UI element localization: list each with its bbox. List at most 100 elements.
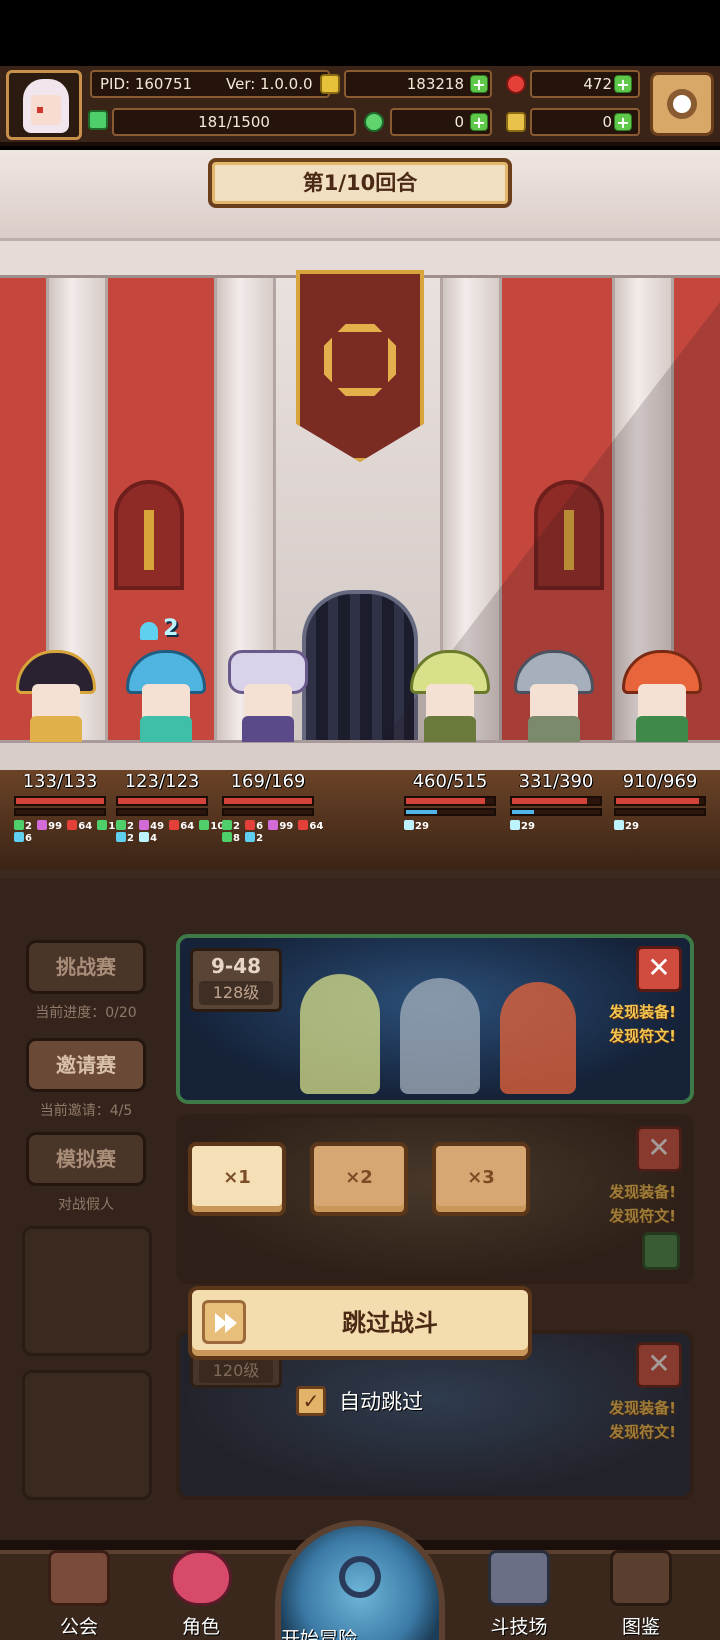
enemy-yellow-mushroom[interactable] bbox=[404, 650, 496, 742]
codex-book-icon bbox=[610, 1550, 672, 1606]
nav-arena[interactable]: 斗技场 bbox=[464, 1540, 574, 1640]
hp-text: 331/390 bbox=[518, 771, 594, 792]
enemy-status-3: 910/969 29 bbox=[614, 770, 706, 870]
enemy-grey-mushroom[interactable] bbox=[508, 650, 600, 742]
add-gem-button[interactable]: + bbox=[614, 75, 632, 93]
battle-stage: 第1/10回合 2 bbox=[0, 150, 720, 770]
thumb-up-icon[interactable] bbox=[642, 1232, 680, 1270]
invitation-tab[interactable]: 邀请赛 bbox=[26, 1038, 146, 1092]
buff-stats: 29 bbox=[614, 820, 706, 832]
nav-codex[interactable]: 图鉴 bbox=[586, 1540, 696, 1640]
gem-amount: 472 bbox=[583, 75, 612, 93]
id-version-bar: PID: 160751 Ver: 1.0.0.0 bbox=[90, 70, 330, 98]
top-hud: PID: 160751 Ver: 1.0.0.0 183218 + 472 + … bbox=[0, 66, 720, 146]
simulation-tab[interactable]: 模拟赛 bbox=[26, 1132, 146, 1186]
stage-number: 9-48 bbox=[210, 954, 262, 978]
close-icon[interactable]: ✕ bbox=[636, 946, 682, 992]
challenge-progress: 当前进度：0/20 bbox=[35, 1005, 137, 1021]
match-card-1[interactable]: 9-48 128级 ✕ 发现装备! 发现符文! bbox=[176, 934, 694, 1104]
stage-level-box: 9-48 128级 bbox=[190, 948, 282, 1012]
found-rune: 发现符文! bbox=[609, 1207, 676, 1225]
enemy-status-1: 460/515 29 bbox=[404, 770, 496, 870]
hero-status-1: 133/133 2 99 64 10 6 bbox=[14, 770, 122, 870]
challenge-tab[interactable]: 挑战赛 bbox=[26, 940, 146, 994]
droplet-icon bbox=[140, 621, 158, 640]
close-icon[interactable]: ✕ bbox=[636, 1126, 682, 1172]
pid-label: PID: 160751 bbox=[100, 75, 193, 93]
mana-bar bbox=[404, 808, 496, 816]
close-icon[interactable]: ✕ bbox=[636, 1342, 682, 1388]
speed-x2-button[interactable]: ×2 bbox=[310, 1142, 408, 1216]
energy-amount: 181/1500 bbox=[198, 113, 270, 131]
found-equipment: 发现装备! bbox=[609, 1183, 676, 1201]
buff-stats: 2 99 64 10 6 bbox=[14, 820, 122, 844]
buff-stats: 2 49 64 10 2 4 bbox=[116, 820, 224, 844]
hp-bar bbox=[510, 796, 602, 806]
guild-hall-icon bbox=[48, 1550, 110, 1606]
found-equipment: 发现装备! bbox=[609, 1003, 676, 1021]
auto-skip-label: 自动跳过 bbox=[339, 1390, 424, 1414]
mana-bar bbox=[510, 808, 602, 816]
skip-battle-button[interactable]: 跳过战斗 bbox=[188, 1286, 532, 1360]
hp-bar bbox=[14, 796, 106, 806]
mana-bar bbox=[222, 808, 314, 816]
magnifier-icon bbox=[339, 1556, 381, 1598]
speed-x1-button[interactable]: ×1 bbox=[188, 1142, 286, 1216]
speed-x3-button[interactable]: ×3 bbox=[432, 1142, 530, 1216]
found-equipment: 发现装备! bbox=[609, 1399, 676, 1417]
nav-guild-label: 公会 bbox=[59, 1616, 98, 1638]
hero-lancer[interactable] bbox=[222, 650, 314, 742]
round-label: 第1/10回合 bbox=[302, 171, 418, 195]
mana-bar bbox=[116, 808, 208, 816]
hp-bar bbox=[116, 796, 208, 806]
floor-ledge bbox=[0, 740, 720, 770]
hp-bar bbox=[404, 796, 496, 806]
add-token-button[interactable]: + bbox=[614, 113, 632, 131]
buff-count: 2 bbox=[163, 616, 179, 641]
auto-skip-checkbox[interactable]: ✓ bbox=[296, 1386, 326, 1416]
level-label: 128级 bbox=[199, 981, 273, 1005]
settings-gear-icon[interactable] bbox=[650, 72, 714, 136]
crossed-swords-icon bbox=[488, 1550, 550, 1606]
enemy-status-2: 331/390 29 bbox=[510, 770, 602, 870]
enemy-red-mushroom[interactable] bbox=[616, 650, 708, 742]
auto-skip-toggle[interactable]: ✓ 自动跳过 bbox=[296, 1386, 423, 1420]
hp-bar bbox=[222, 796, 314, 806]
energy-icon bbox=[88, 110, 108, 130]
buff-stats: 2 6 99 64 8 2 bbox=[222, 820, 323, 844]
hero-status-2: 123/123 2 49 64 10 2 4 bbox=[116, 770, 224, 870]
nav-arena-label: 斗技场 bbox=[490, 1616, 548, 1638]
level-label: 120级 bbox=[199, 1359, 273, 1383]
hp-text: 123/123 bbox=[124, 771, 200, 792]
character-icon bbox=[170, 1550, 232, 1606]
clover-amount: 0 bbox=[454, 113, 464, 131]
add-gold-button[interactable]: + bbox=[470, 75, 488, 93]
nav-codex-label: 图鉴 bbox=[621, 1616, 660, 1638]
player-avatar[interactable] bbox=[6, 70, 82, 140]
hero-status-3: 169/169 2 6 99 64 8 2 bbox=[222, 770, 323, 870]
enemy-yellow-mushroom bbox=[300, 974, 380, 1094]
add-clover-button[interactable]: + bbox=[470, 113, 488, 131]
token-icon bbox=[506, 112, 526, 132]
hp-text: 460/515 bbox=[412, 771, 488, 792]
round-banner: 第1/10回合 bbox=[208, 158, 512, 208]
nav-character[interactable]: 角色 bbox=[146, 1540, 256, 1640]
bottom-nav: 公会 角色 开始冒险 斗技场 图鉴 bbox=[0, 1520, 720, 1640]
hp-text: 169/169 bbox=[230, 771, 306, 792]
buff-stats: 29 bbox=[510, 820, 602, 832]
status-band: 133/133 2 99 64 10 6 123/123 2 49 64 10 … bbox=[0, 770, 720, 870]
red-gem-icon bbox=[506, 74, 526, 94]
gold-amount: 183218 bbox=[406, 75, 464, 93]
nav-guild[interactable]: 公会 bbox=[24, 1540, 134, 1640]
hero-witch[interactable] bbox=[10, 650, 102, 742]
found-rune: 发现符文! bbox=[609, 1027, 676, 1045]
empty-slot bbox=[22, 1226, 152, 1356]
hp-bar bbox=[614, 796, 706, 806]
enemy-red-mushroom bbox=[500, 982, 576, 1094]
clover-icon bbox=[364, 112, 384, 132]
hp-text: 133/133 bbox=[22, 771, 98, 792]
enemy-grey-mushroom bbox=[400, 978, 480, 1094]
empty-slot bbox=[22, 1370, 152, 1500]
hero-mushroom-mage[interactable] bbox=[120, 650, 212, 742]
found-rune: 发现符文! bbox=[609, 1423, 676, 1441]
